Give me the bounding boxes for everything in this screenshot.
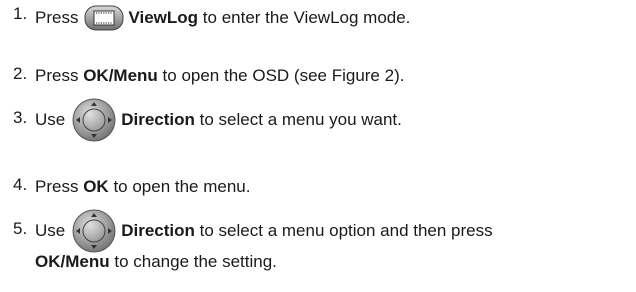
step-number: 1. — [13, 4, 28, 23]
viewlog-button-icon — [84, 4, 124, 32]
direction-pad-icon — [71, 208, 117, 254]
step-keyword: ViewLog — [128, 8, 199, 27]
direction-pad-icon — [71, 97, 117, 143]
step-keyword: OK — [83, 177, 109, 196]
step-keyword: Direction — [121, 110, 195, 129]
step-text: to open the menu. — [113, 177, 251, 196]
step-keyword: Direction — [121, 221, 195, 240]
step-text: to open the OSD (see Figure 2). — [162, 66, 405, 85]
step-text: to select a menu option and then press — [199, 221, 493, 240]
step-4: 4. Press OK to open the menu. — [13, 175, 628, 199]
step-keyword: OK/Menu — [35, 252, 110, 271]
step-keyword: OK/Menu — [83, 66, 158, 85]
step-3: 3. Use Direction to select a menu you wa… — [13, 97, 628, 143]
step-text: Press — [35, 177, 79, 196]
step-number: 2. — [13, 64, 28, 83]
step-text: Press — [35, 66, 79, 85]
step-5: 5. Use Direction to select a menu option… — [13, 208, 628, 274]
step-number: 4. — [13, 175, 28, 194]
step-1: 1. Press ViewLog to enter the ViewLog mo… — [13, 4, 628, 32]
step-text: to select a menu you want. — [199, 110, 402, 129]
step-text: to change the setting. — [114, 252, 277, 271]
step-number: 3. — [13, 108, 28, 127]
step-number: 5. — [13, 219, 28, 238]
step-text: Press — [35, 8, 79, 27]
step-text: Use — [35, 221, 66, 240]
step-text: to enter the ViewLog mode. — [202, 8, 411, 27]
step-2: 2. Press OK/Menu to open the OSD (see Fi… — [13, 64, 628, 88]
step-text: Use — [35, 110, 66, 129]
